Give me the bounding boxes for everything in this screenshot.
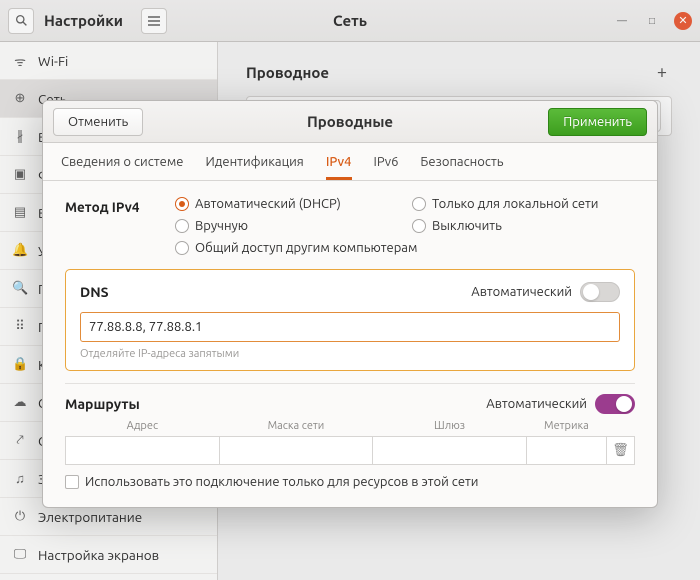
apply-button[interactable]: Применить <box>548 108 647 136</box>
radio-auto-dhcp[interactable]: Автоматический (DHCP) <box>175 197 398 211</box>
dns-hint: Отделяйте IP-адреса запятыми <box>80 348 620 360</box>
tab-security[interactable]: Безопасность <box>420 155 503 180</box>
radio-dot-icon <box>412 219 426 233</box>
table-row: 🗑 <box>66 437 635 465</box>
radio-disable[interactable]: Выключить <box>412 219 635 233</box>
dns-title: DNS <box>80 284 109 300</box>
tab-details[interactable]: Сведения о системе <box>61 155 184 180</box>
tab-ipv6[interactable]: IPv6 <box>374 155 399 180</box>
tab-identity[interactable]: Идентификация <box>206 155 304 180</box>
ipv4-method-label: Метод IPv4 <box>65 197 157 215</box>
radio-dot-icon <box>175 219 189 233</box>
route-netmask-cell[interactable] <box>219 437 373 465</box>
route-gateway-cell[interactable] <box>373 437 527 465</box>
radio-label: Вручную <box>195 219 248 233</box>
radio-shared[interactable]: Общий доступ другим компьютерам <box>175 241 635 255</box>
modal-tabs: Сведения о системе Идентификация IPv4 IP… <box>43 143 657 181</box>
radio-manual[interactable]: Вручную <box>175 219 398 233</box>
checkbox-label: Использовать это подключение только для … <box>85 475 478 489</box>
cancel-button[interactable]: Отменить <box>53 108 143 136</box>
network-settings-modal: Отменить Проводные Применить Сведения о … <box>42 100 658 508</box>
modal-title: Проводные <box>307 113 393 130</box>
apply-button-label: Применить <box>563 115 632 129</box>
trash-icon: 🗑 <box>612 443 629 457</box>
radio-dot-icon <box>175 241 189 255</box>
dns-section: DNS Автоматический Отделяйте IP-адреса з… <box>65 269 635 371</box>
cancel-button-label: Отменить <box>68 115 128 129</box>
dns-auto-toggle[interactable] <box>580 282 620 302</box>
routes-auto-toggle[interactable] <box>595 394 635 414</box>
dns-servers-input[interactable] <box>80 312 620 342</box>
tab-ipv4[interactable]: IPv4 <box>326 155 352 180</box>
route-metric-cell[interactable] <box>526 437 606 465</box>
col-metric: Метрика <box>526 420 606 437</box>
routes-table: Адрес Маска сети Шлюз Метрика 🗑 <box>65 420 635 465</box>
col-netmask: Маска сети <box>219 420 373 437</box>
col-address: Адрес <box>66 420 220 437</box>
routes-auto-label: Автоматический <box>486 397 587 411</box>
radio-dot-icon <box>175 197 189 211</box>
radio-label: Выключить <box>432 219 502 233</box>
checkbox-box-icon <box>65 475 79 489</box>
dns-auto-label: Автоматический <box>471 285 572 299</box>
only-local-resources-checkbox[interactable]: Использовать это подключение только для … <box>65 475 635 489</box>
radio-link-local[interactable]: Только для локальной сети <box>412 197 635 211</box>
routes-title: Маршруты <box>65 396 140 412</box>
radio-label: Общий доступ другим компьютерам <box>195 241 417 255</box>
col-gateway: Шлюз <box>373 420 527 437</box>
radio-label: Только для локальной сети <box>432 197 599 211</box>
routes-section: Маршруты Автоматический Адрес Маска сети… <box>65 383 635 489</box>
route-address-cell[interactable] <box>66 437 220 465</box>
radio-dot-icon <box>412 197 426 211</box>
route-delete-button[interactable]: 🗑 <box>607 437 635 465</box>
radio-label: Автоматический (DHCP) <box>195 197 341 211</box>
